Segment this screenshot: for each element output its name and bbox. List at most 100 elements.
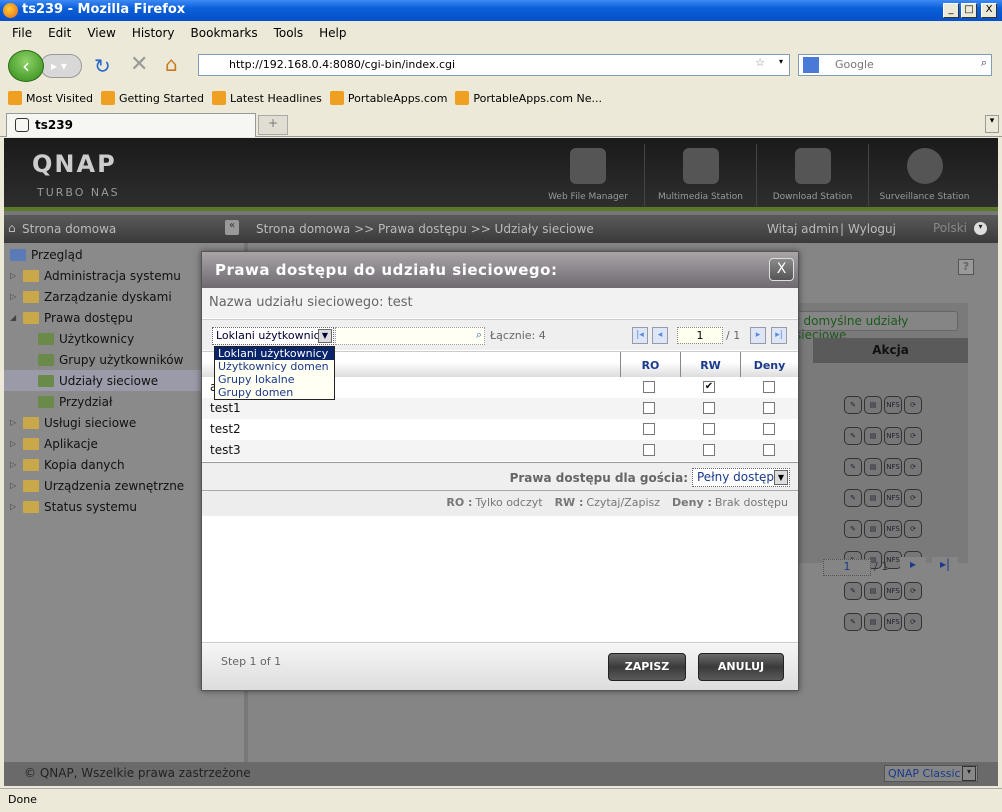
close-window-button[interactable]: X: [981, 3, 997, 18]
bg-last-page-button[interactable]: ▸|: [932, 557, 958, 579]
expand-arrow-icon[interactable]: ▷: [10, 271, 18, 280]
deny-checkbox[interactable]: [763, 381, 775, 393]
nfs-icon[interactable]: NFS: [884, 396, 902, 414]
bg-page-input[interactable]: 1: [823, 559, 871, 576]
ro-checkbox[interactable]: [643, 444, 655, 456]
folder-permissions-icon[interactable]: ▤: [864, 520, 882, 538]
language-select[interactable]: Polski: [933, 221, 967, 235]
page-input[interactable]: 1: [677, 327, 723, 344]
refresh-icon[interactable]: ⟳: [904, 427, 922, 445]
stop-icon[interactable]: ✕: [130, 52, 148, 77]
search-input[interactable]: Google ⌕: [798, 54, 992, 76]
edit-icon[interactable]: ✎: [844, 520, 862, 538]
folder-permissions-icon[interactable]: ▤: [864, 458, 882, 476]
sidebar-item[interactable]: Użytkownicy: [38, 328, 134, 349]
save-button[interactable]: ZAPISZ: [608, 653, 686, 681]
minimize-button[interactable]: _: [943, 3, 959, 18]
bookmark-item[interactable]: Most Visited: [8, 91, 93, 105]
last-page-button[interactable]: ▸|: [771, 327, 787, 344]
home-icon[interactable]: ⌂: [165, 52, 178, 76]
collapse-sidebar-button[interactable]: «: [225, 220, 239, 235]
rw-checkbox[interactable]: ✔: [703, 381, 715, 393]
ro-checkbox[interactable]: [643, 381, 655, 393]
dropdown-option[interactable]: Grupy domen: [215, 386, 334, 399]
back-button[interactable]: ‹: [8, 50, 44, 82]
rw-checkbox[interactable]: [703, 402, 715, 414]
folder-permissions-icon[interactable]: ▤: [864, 613, 882, 631]
cancel-button[interactable]: ANULUJ: [698, 653, 784, 681]
search-icon[interactable]: ⌕: [981, 56, 987, 70]
menu-bookmarks[interactable]: Bookmarks: [183, 23, 266, 44]
sidebar-item[interactable]: ▷ Administracja systemu: [10, 265, 181, 286]
reload-icon[interactable]: ↻: [94, 54, 111, 78]
url-input[interactable]: http://192.168.0.4:8080/cgi-bin/index.cg…: [198, 54, 790, 76]
sidebar-item[interactable]: ▷ Usługi sieciowe: [10, 412, 136, 433]
nfs-icon[interactable]: NFS: [884, 427, 902, 445]
chevron-down-icon[interactable]: ▼: [774, 470, 788, 485]
google-icon[interactable]: [803, 57, 819, 73]
sidebar-item[interactable]: Przydział: [38, 391, 112, 412]
sidebar-item[interactable]: ▷ Urządzenia zewnętrzne: [10, 475, 184, 496]
bookmark-item[interactable]: PortableApps.com: [329, 91, 447, 105]
tab-list-button[interactable]: ▾: [985, 115, 999, 133]
expand-arrow-icon[interactable]: ▷: [10, 292, 18, 301]
folder-permissions-icon[interactable]: ▤: [864, 582, 882, 600]
bookmark-star-icon[interactable]: ☆: [755, 56, 765, 69]
bookmark-item[interactable]: Latest Headlines: [212, 91, 322, 105]
refresh-icon[interactable]: ⟳: [904, 489, 922, 507]
restore-default-shares-button[interactable]: t domyślne udziały sieciowe: [788, 311, 958, 342]
sidebar-item[interactable]: ▷ Kopia danych: [10, 454, 125, 475]
bookmark-item[interactable]: PortableApps.com Ne...: [455, 91, 602, 105]
refresh-icon[interactable]: ⟳: [904, 520, 922, 538]
dropdown-option[interactable]: Użytkownicy domen: [215, 360, 334, 373]
nfs-icon[interactable]: NFS: [884, 458, 902, 476]
edit-icon[interactable]: ✎: [844, 582, 862, 600]
dropdown-option[interactable]: Loklani użytkownicy: [215, 347, 334, 360]
first-page-button[interactable]: |◂: [632, 327, 648, 344]
folder-permissions-icon[interactable]: ▤: [864, 427, 882, 445]
search-icon[interactable]: ⌕: [476, 328, 482, 342]
edit-icon[interactable]: ✎: [844, 427, 862, 445]
ro-checkbox[interactable]: [643, 423, 655, 435]
nfs-icon[interactable]: NFS: [884, 582, 902, 600]
edit-icon[interactable]: ✎: [844, 489, 862, 507]
maximize-button[interactable]: □: [961, 3, 977, 18]
sidebar-item[interactable]: ◢ Prawa dostępu: [10, 307, 133, 328]
deny-checkbox[interactable]: [763, 423, 775, 435]
expanded-arrow-icon[interactable]: ◢: [10, 313, 18, 322]
tab-ts239[interactable]: ts239: [6, 113, 256, 137]
guest-access-select[interactable]: Pełny dostęp ▼: [692, 468, 790, 487]
nfs-icon[interactable]: NFS: [884, 520, 902, 538]
menu-help[interactable]: Help: [311, 23, 354, 44]
language-dropdown-icon[interactable]: ▾: [974, 222, 987, 235]
multimedia-station-link[interactable]: Multimedia Station: [644, 144, 756, 206]
surveillance-station-link[interactable]: Surveillance Station: [868, 144, 980, 206]
rw-checkbox[interactable]: [703, 444, 715, 456]
refresh-icon[interactable]: ⟳: [904, 582, 922, 600]
sidebar-item[interactable]: Grupy użytkowników: [38, 349, 183, 370]
deny-checkbox[interactable]: [763, 402, 775, 414]
next-page-button[interactable]: ▸: [750, 327, 766, 344]
url-dropdown-icon[interactable]: ▾: [779, 57, 783, 66]
sidebar-item[interactable]: ▷ Zarządzanie dyskami: [10, 286, 172, 307]
theme-dropdown-icon[interactable]: ▾: [962, 766, 976, 781]
expand-arrow-icon[interactable]: ▷: [10, 481, 18, 490]
dropdown-option[interactable]: Grupy lokalne: [215, 373, 334, 386]
menu-history[interactable]: History: [124, 23, 183, 44]
logout-link[interactable]: Wyloguj: [848, 222, 896, 236]
refresh-icon[interactable]: ⟳: [904, 458, 922, 476]
help-icon[interactable]: ?: [958, 259, 974, 275]
edit-icon[interactable]: ✎: [844, 396, 862, 414]
edit-icon[interactable]: ✎: [844, 613, 862, 631]
folder-permissions-icon[interactable]: ▤: [864, 396, 882, 414]
expand-arrow-icon[interactable]: ▷: [10, 502, 18, 511]
new-tab-button[interactable]: +: [258, 115, 288, 135]
ro-checkbox[interactable]: [643, 402, 655, 414]
refresh-icon[interactable]: ⟳: [904, 613, 922, 631]
deny-checkbox[interactable]: [763, 444, 775, 456]
nfs-icon[interactable]: NFS: [884, 489, 902, 507]
menu-tools[interactable]: Tools: [266, 23, 312, 44]
bg-next-page-button[interactable]: ▸: [900, 557, 926, 579]
sidebar-item[interactable]: Przegląd: [10, 244, 83, 265]
menu-edit[interactable]: Edit: [40, 23, 79, 44]
